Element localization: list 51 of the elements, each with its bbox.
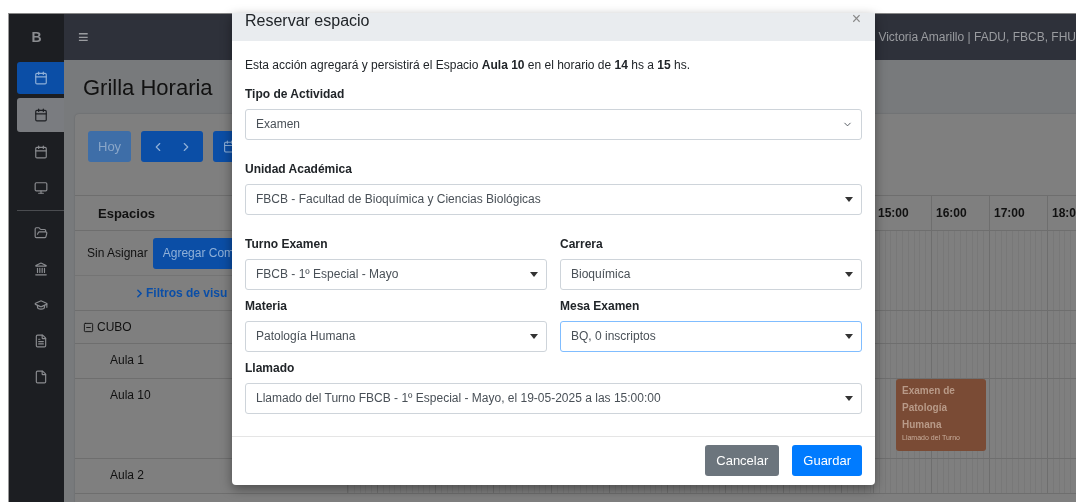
menu-button[interactable]: ≡ [78,26,89,48]
caret-icon [845,196,853,202]
caret-icon [530,333,538,339]
field-label: Carrera [560,236,604,251]
user-info[interactable]: Victoria Amarillo | FADU, FBCB, FHU [878,30,1076,44]
caret-icon [845,333,853,339]
select-field[interactable]: FBCB - 1º Especial - Mayo [245,258,547,290]
document-icon [33,334,48,348]
intro-text: Esta acción agregará y persistirá el Espacio Aula 10 en el horario de 14 hs a 15 hs. [245,57,691,72]
sidebar-item[interactable] [17,62,64,94]
space-name: CUBO [97,320,132,334]
folder-icon [33,226,48,240]
calendar-icon [33,71,48,85]
select-field[interactable]: Llamado del Turno FBCB - 1º Especial - Mayo, el 19-05-2025 a las 15:00:00 [245,382,862,414]
close-button[interactable]: × [851,13,861,25]
time-header: 16:00 [931,196,989,230]
select-field[interactable]: Bioquímica [560,258,862,290]
brand-logo[interactable]: B [31,29,42,45]
caret-icon [845,395,853,401]
cancel-button[interactable]: Cancelar [705,445,780,477]
bank-icon [33,262,48,276]
calendar-icon [33,145,48,159]
page-title: Grilla Horaria [83,74,213,102]
field-label: Tipo de Actividad [245,86,346,101]
time-header: 17:00 [989,196,1047,230]
caret-icon [530,271,538,277]
unassigned-label: Sin Asignar [87,246,148,260]
select-field[interactable]: Examen [245,108,862,140]
monitor-icon [33,181,48,195]
field-label: Materia [245,298,289,313]
space-name: Aula 10 [110,388,151,402]
caret-icon [845,271,853,277]
save-button[interactable]: Guardar [792,445,862,477]
prev-next-button[interactable] [141,131,204,162]
graduation-cap-icon [33,298,48,312]
modal-title: Reservar espacio [245,13,370,29]
field-label: Unidad Académica [245,161,353,176]
space-name: Aula 2 [110,468,145,482]
select-field[interactable]: Patología Humana [245,320,547,352]
field-label: Turno Examen [245,236,329,251]
time-header: 18:0 [1047,196,1076,230]
select-field[interactable]: BQ, 0 inscriptos [560,320,862,352]
event-title: Examen de Patología Humana [902,384,956,432]
calendar-icon [33,108,48,122]
field-label: Llamado [245,360,296,375]
space-name: Aula 1 [110,353,145,367]
select-field[interactable]: FBCB - Facultad de Bioquímica y Ciencias Biológicas [245,183,862,215]
field-label: Mesa Examen [560,298,641,313]
sidebar-item[interactable] [17,98,64,132]
collapse-icon[interactable] [83,322,94,333]
file-icon [33,370,48,384]
